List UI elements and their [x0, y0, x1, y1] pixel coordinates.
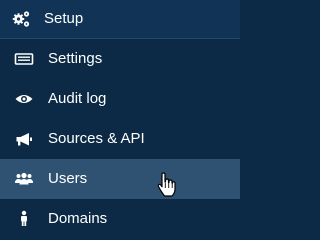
users-icon [14, 169, 34, 189]
menu-item-users[interactable]: Users [0, 159, 240, 199]
menu-item-users-label: Users [48, 170, 88, 187]
menu-item-domains-label: Domains [48, 210, 108, 227]
menu-item-audit-log[interactable]: Audit log [0, 79, 240, 119]
menu-item-sources-api[interactable]: Sources & API [0, 119, 240, 159]
setup-menu: Setup Settings Audit log Sources & API U… [0, 0, 240, 240]
menu-item-audit-log-label: Audit log [48, 90, 107, 107]
megaphone-icon [14, 129, 34, 149]
setup-header-label: Setup [44, 10, 84, 27]
gears-icon [11, 9, 31, 29]
menu-item-settings[interactable]: Settings [0, 39, 240, 79]
menu-item-settings-label: Settings [48, 50, 103, 67]
keyboard-icon [14, 49, 34, 69]
user-icon [14, 209, 34, 229]
menu-item-domains[interactable]: Domains [0, 199, 240, 239]
setup-header[interactable]: Setup [0, 0, 240, 39]
menu-item-sources-api-label: Sources & API [48, 130, 145, 147]
eye-icon [14, 89, 34, 109]
